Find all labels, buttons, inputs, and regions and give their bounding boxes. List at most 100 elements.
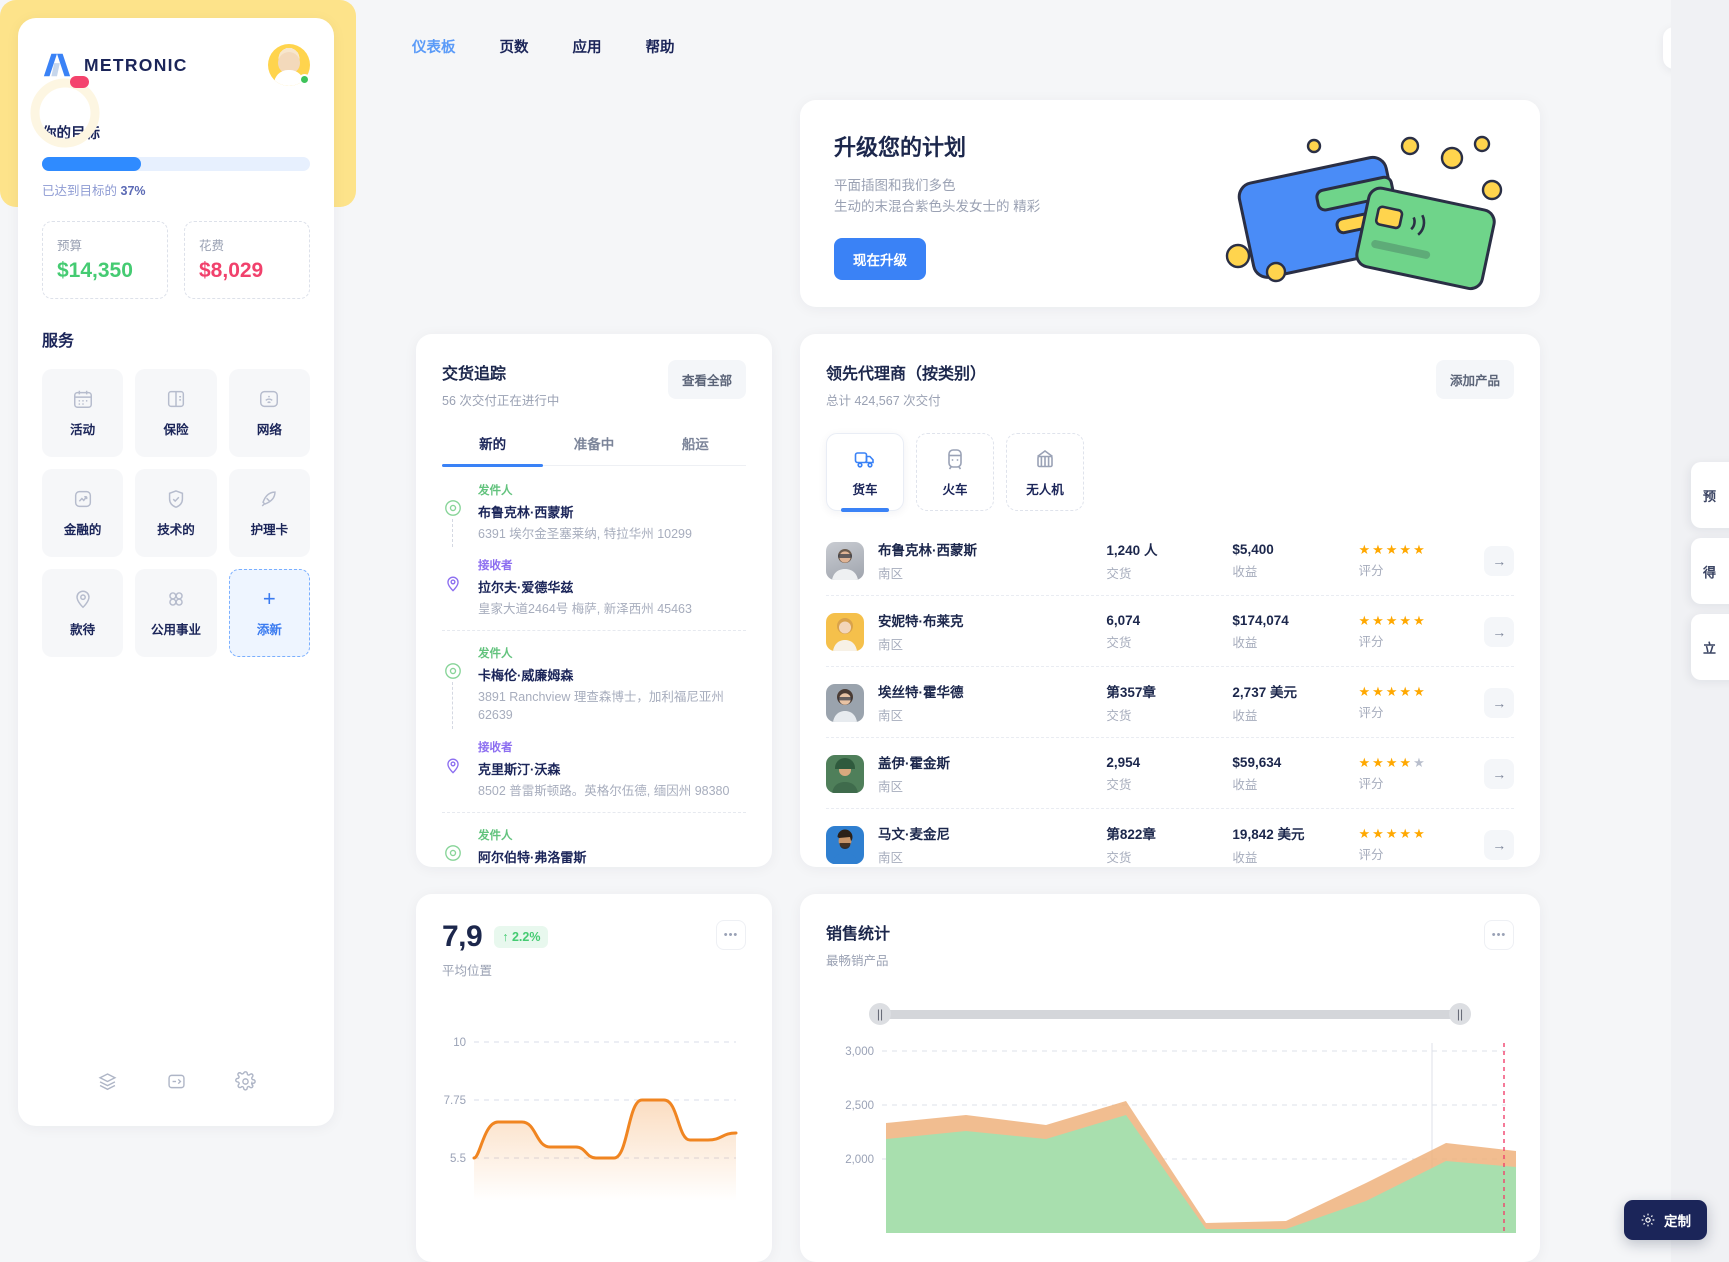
avgpos-label: 平均位置	[442, 964, 493, 978]
agent-revenue-value: $59,634	[1232, 754, 1282, 770]
table-row: 马文·麦金尼 南区 第822章 交货 19,842 美元 收益 ★ ★ ★ ★ ★ 评分	[826, 809, 1514, 879]
agent-name: 布鲁克林·西蒙斯	[878, 543, 977, 558]
agent-details-button[interactable]: →	[1484, 758, 1514, 789]
sender-label: 发件人	[478, 485, 513, 497]
sidebar: METRONIC 你的目标 已达到目标的 37% 预算 $14,350 花费 $…	[18, 18, 334, 1126]
receiver-name: 克里斯汀·沃森	[478, 761, 561, 777]
sales-menu-button[interactable]: •••	[1484, 920, 1514, 950]
customize-button[interactable]: 定制	[1624, 1200, 1707, 1240]
agent-delivery-caption: 交货	[1106, 851, 1132, 865]
slider-handle-left[interactable]: ||	[869, 1003, 891, 1025]
agent-delivery-value: 第357章	[1106, 685, 1156, 700]
agent-revenue-col: $174,074 收益	[1232, 613, 1358, 651]
add-product-button[interactable]: 添加产品	[1435, 360, 1514, 399]
delivery-item: 发件人 阿尔伯特·弗洛雷斯	[442, 811, 746, 878]
agent-details-button[interactable]: →	[1484, 829, 1514, 860]
avgpos-header: 7,9 ↑ 2.2% 平均位置 •••	[442, 920, 746, 979]
slider-handle-right[interactable]: ||	[1449, 1003, 1471, 1025]
tab-preparing[interactable]: 准备中	[543, 433, 644, 465]
sender-name: 阿尔伯特·弗洛雷斯	[478, 849, 587, 865]
note-icon[interactable]	[166, 1071, 187, 1092]
sales-title: 销售统计	[826, 926, 891, 943]
agent-rating-caption: 评分	[1358, 634, 1384, 649]
nav-item-pages[interactable]: 页数	[500, 36, 529, 57]
sales-range-slider[interactable]: || ||	[869, 1003, 1471, 1025]
agent-name-block: 盖伊·霍金斯 南区	[878, 752, 1106, 795]
agent-details-button[interactable]: →	[1484, 545, 1514, 576]
upgrade-subtitle-line1: 平面插图和我们多色	[834, 178, 956, 193]
service-label: 技术的	[157, 523, 195, 537]
agent-rating-col: ★ ★ ★ ★ ★ 评分	[1358, 827, 1484, 863]
agent-revenue-col: 19,842 美元 收益	[1232, 823, 1358, 866]
tab-shipping[interactable]: 船运	[645, 433, 746, 465]
sender-circle-icon	[445, 663, 461, 680]
agent-delivery-value: 2,954	[1106, 754, 1141, 770]
rail-button-3[interactable]: 立	[1691, 614, 1729, 680]
star-icon: ★	[1358, 825, 1371, 841]
service-label: 网络	[256, 423, 282, 437]
service-tile-carecard[interactable]: 护理卡	[228, 469, 310, 557]
sender-address: 3891 Ranchview 理查森博士，加利福尼亚州 62639	[478, 690, 724, 723]
service-label: 款待	[70, 623, 96, 637]
agents-title: 领先代理商（按类别）	[826, 366, 987, 383]
service-tile-insurance[interactable]: 保险	[135, 369, 217, 457]
view-all-button[interactable]: 查看全部	[667, 360, 746, 399]
nav-item-apps[interactable]: 应用	[573, 36, 602, 57]
service-tile-hospitality[interactable]: 款待	[42, 569, 124, 657]
star-icon: ★	[1385, 683, 1398, 699]
service-tile-financial[interactable]: 金融的	[42, 469, 124, 557]
layers-icon[interactable]	[97, 1071, 118, 1092]
star-icon: ★	[1372, 612, 1384, 628]
upgrade-now-button[interactable]: 现在升级	[834, 237, 926, 280]
mode-drone[interactable]: 无人机	[1006, 433, 1084, 511]
goal-progress-fill	[42, 157, 142, 171]
service-tile-add-new[interactable]: + 添新	[228, 569, 310, 657]
agent-delivery-col: 2,954 交货	[1106, 755, 1232, 793]
agent-delivery-value: 6,074	[1106, 612, 1141, 628]
avatar	[826, 541, 864, 580]
agent-details-button[interactable]: →	[1484, 616, 1514, 647]
stat-budget: 预算 $14,350	[42, 221, 168, 299]
agent-name-block: 安妮特·布莱克 南区	[878, 610, 1106, 653]
stat-spent-label: 花费	[199, 239, 225, 253]
online-status-dot	[299, 74, 310, 85]
stat-spent: 花费 $8,029	[184, 221, 310, 299]
sidebar-footer	[18, 1071, 334, 1092]
service-tile-utilities[interactable]: 公用事业	[135, 569, 217, 657]
star-icon: ★	[1358, 612, 1371, 628]
user-avatar[interactable]	[268, 44, 310, 86]
avgpos-change-badge: ↑ 2.2%	[494, 926, 549, 948]
chart-area-fill	[474, 1100, 736, 1201]
tab-new[interactable]: 新的	[442, 433, 544, 467]
agent-details-button[interactable]: →	[1484, 687, 1514, 718]
star-icon: ★	[1385, 612, 1398, 628]
rail-button-2[interactable]: 得	[1691, 538, 1729, 604]
delivery-subtitle: 56 次交付正在进行中	[442, 394, 560, 408]
star-icon: ★	[1372, 683, 1384, 699]
y-tick-3000: 3,000	[845, 1046, 874, 1058]
avgpos-menu-button[interactable]: •••	[716, 920, 746, 950]
rating-stars: ★ ★ ★ ★ ★	[1358, 614, 1484, 627]
gear-icon[interactable]	[234, 1071, 256, 1092]
agent-revenue-caption: 收益	[1232, 777, 1258, 792]
service-tile-network[interactable]: 网络	[228, 369, 310, 457]
sales-statistics-chart: 3,000 2,500 2,000	[845, 1043, 1516, 1233]
brand[interactable]: METRONIC	[42, 51, 188, 79]
rail-button-1[interactable]: 预	[1691, 462, 1729, 528]
sender-name: 布鲁克林·西蒙斯	[478, 505, 574, 520]
service-tile-events[interactable]: 活动	[42, 369, 124, 457]
avgpos-value: 7,9	[442, 920, 483, 953]
service-tile-technical[interactable]: 技术的	[135, 469, 217, 557]
chart-up-icon	[74, 490, 91, 508]
wifi-icon	[260, 390, 279, 408]
mode-truck[interactable]: 货车	[826, 433, 904, 512]
nav-item-dashboard[interactable]: 仪表板	[412, 36, 456, 57]
mode-label: 无人机	[1026, 482, 1064, 497]
nav-item-help[interactable]: 帮助	[646, 36, 675, 57]
rating-stars: ★ ★ ★ ★ ★	[1358, 756, 1484, 769]
avgpos-value-row: 7,9 ↑ 2.2%	[442, 920, 549, 954]
mode-train[interactable]: 火车	[916, 433, 994, 511]
star-icon-empty: ★	[1413, 754, 1425, 770]
receiver-name: 拉尔夫·爱德华兹	[478, 580, 574, 596]
rating-stars: ★ ★ ★ ★ ★	[1358, 827, 1484, 840]
